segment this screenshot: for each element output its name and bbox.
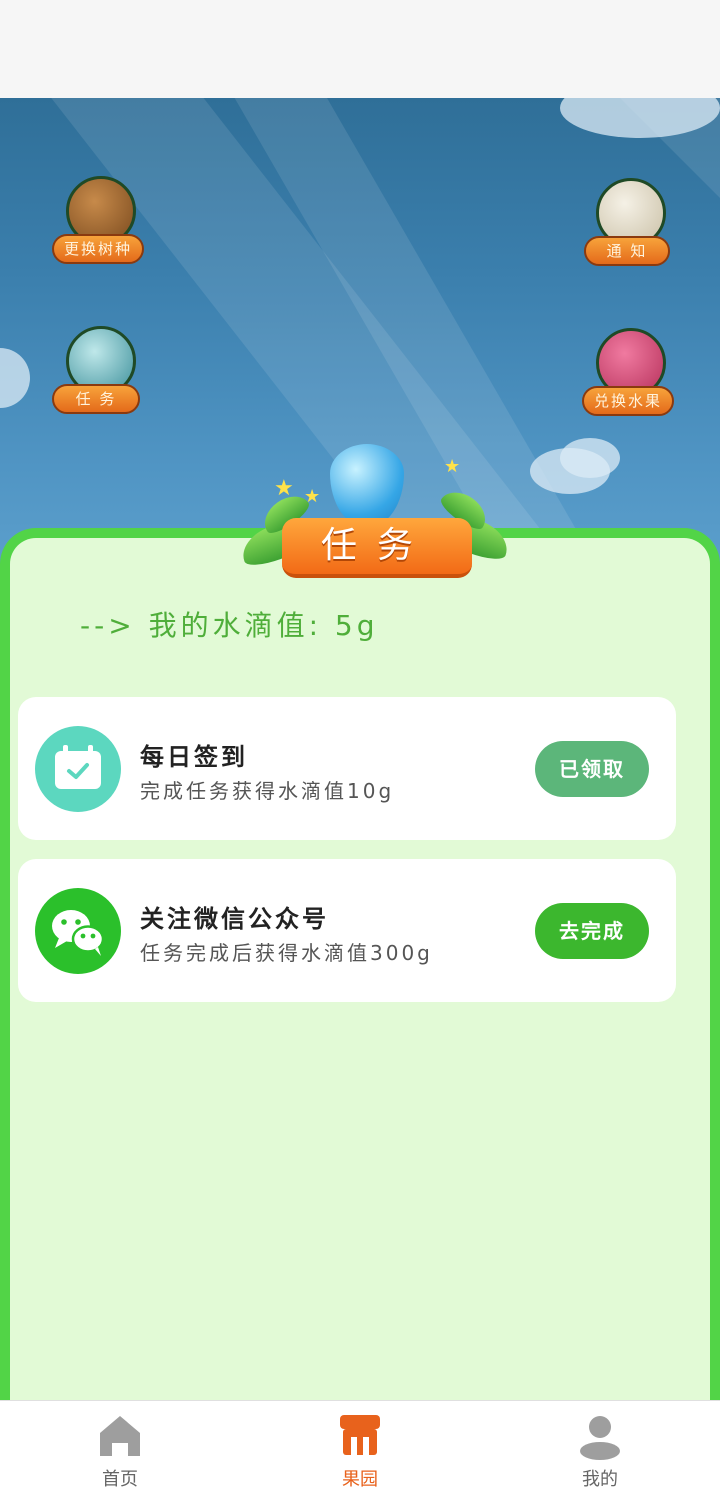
exchange-fruit-label: 兑换水果 <box>582 386 675 416</box>
task-description: 完成任务获得水滴值10g <box>140 779 395 803</box>
water-drop-icon <box>330 444 404 528</box>
banner-title: 任务 <box>282 518 472 578</box>
star-icon: ★ <box>274 476 294 501</box>
notice-label: 通 知 <box>584 236 670 266</box>
star-icon: ★ <box>444 456 461 477</box>
water-balance: --> 我的水滴值: 5g <box>80 604 379 644</box>
water-balance-value: 5g <box>334 609 379 642</box>
task-title: 关注微信公众号 <box>140 905 329 933</box>
go-complete-button[interactable]: 去完成 <box>535 903 649 959</box>
status-bar-area <box>0 0 720 98</box>
user-icon <box>580 1416 620 1460</box>
task-card-daily-checkin: 每日签到 完成任务获得水滴值10g 已领取 <box>18 697 676 840</box>
home-icon <box>100 1416 140 1456</box>
nav-label: 果园 <box>342 1469 378 1490</box>
task-card-follow-wechat: 关注微信公众号 任务完成后获得水滴值300g 去完成 <box>18 859 676 1002</box>
notice-button[interactable]: 通 知 <box>582 178 682 278</box>
nav-item-mine[interactable]: 我的 <box>520 1401 680 1500</box>
shop-icon <box>340 1415 380 1455</box>
task-description: 任务完成后获得水滴值300g <box>140 941 433 965</box>
wechat-icon <box>35 888 121 974</box>
task-title: 每日签到 <box>140 743 248 771</box>
nav-item-orchard[interactable]: 果园 <box>280 1401 440 1500</box>
exchange-fruit-button[interactable]: 兑换水果 <box>582 328 682 428</box>
water-balance-label: --> 我的水滴值: <box>80 609 323 642</box>
change-seed-label: 更换树种 <box>52 234 145 264</box>
nav-item-home[interactable]: 首页 <box>40 1401 200 1500</box>
nav-label: 我的 <box>582 1469 618 1490</box>
task-label: 任 务 <box>52 384 140 414</box>
change-seed-button[interactable]: 更换树种 <box>52 176 152 276</box>
star-icon: ★ <box>304 486 321 507</box>
task-banner: ★ ★ ★ 任务 <box>230 440 520 590</box>
bottom-nav: 首页 果园 我的 <box>0 1400 720 1500</box>
calendar-check-icon <box>35 726 121 812</box>
task-button[interactable]: 任 务 <box>52 326 152 426</box>
claimed-button[interactable]: 已领取 <box>535 741 649 797</box>
nav-label: 首页 <box>102 1469 138 1490</box>
